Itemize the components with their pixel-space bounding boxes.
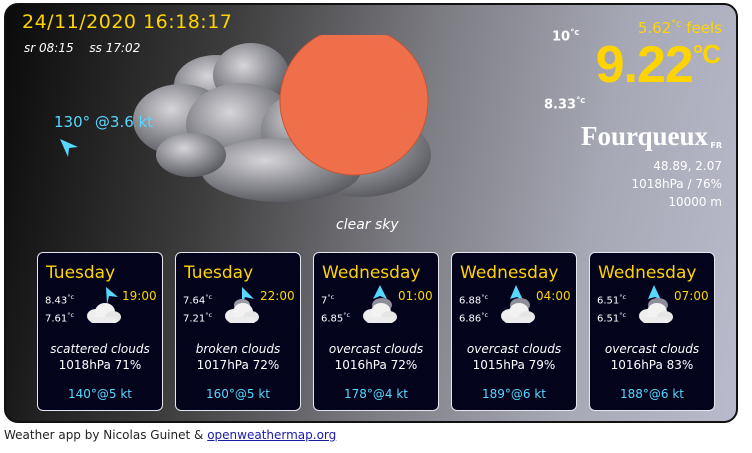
sunrise-time: sr 08:15 — [24, 41, 74, 55]
temp-max: 10°c — [552, 27, 580, 45]
forecast-pressure-humidity: 1016hPa 72% — [334, 358, 418, 372]
forecast-time: 19:00 — [122, 289, 157, 303]
forecast-day: Tuesday — [184, 263, 254, 283]
forecast-card: Tuesday 8.43°c 7.61°c 19:00 scattered cl… — [37, 252, 163, 411]
forecast-day: Wednesday — [460, 263, 559, 283]
forecast-description: scattered clouds — [50, 342, 150, 356]
scattered-clouds-icon — [87, 287, 121, 323]
forecast-card: Wednesday 6.88°c 6.86°c 04:00 overcast c… — [451, 252, 577, 411]
country-code: FR — [710, 141, 722, 150]
forecast-day: Wednesday — [322, 263, 421, 283]
overcast-clouds-icon — [363, 285, 397, 323]
forecast-temp-max: 7°c — [321, 293, 335, 307]
city-name: Fourqueux — [580, 121, 708, 151]
weather-panel: 24/11/2020 16:18:17 sr 08:15 ss 17:02 13… — [4, 3, 738, 423]
openweathermap-link[interactable]: openweathermap.org — [207, 428, 336, 442]
forecast-temp-min: 6.51°c — [597, 311, 627, 325]
forecast-temp-min: 6.85°c — [321, 311, 351, 325]
forecast-pressure-humidity: 1016hPa 83% — [610, 358, 694, 372]
sun-icon — [279, 35, 429, 176]
forecast-wind: 140°@5 kt — [67, 387, 132, 401]
forecast-description: overcast clouds — [328, 342, 424, 356]
forecast-card: Tuesday 7.64°c 7.21°c 22:00 broken cloud… — [175, 252, 301, 411]
forecast-pressure-humidity: 1017hPa 72% — [196, 358, 280, 372]
wind-direction-icon — [60, 139, 78, 157]
footer-credit: Weather app by Nicolas Guinet & openweat… — [4, 428, 336, 442]
forecast-description: broken clouds — [195, 342, 281, 356]
forecast-wind: 178°@4 kt — [343, 387, 408, 401]
forecast-day: Tuesday — [46, 263, 116, 283]
coordinates: 48.89, 2.07 — [653, 159, 722, 173]
pressure-humidity: 1018hPa / 76% — [631, 177, 722, 191]
forecast-temp-min: 7.21°c — [183, 311, 213, 325]
forecast-temp-min: 6.86°c — [459, 311, 489, 325]
overcast-clouds-icon — [501, 285, 535, 323]
forecast-wind: 160°@5 kt — [205, 387, 270, 401]
forecast-card: Wednesday 6.51°c 6.51°c 07:00 overcast c… — [589, 252, 715, 411]
forecast-wind: 189°@6 kt — [481, 387, 546, 401]
forecast-description: overcast clouds — [604, 342, 700, 356]
forecast-time: 04:00 — [536, 289, 571, 303]
forecast-temp-min: 7.61°c — [45, 311, 75, 325]
forecast-pressure-humidity: 1015hPa 79% — [472, 358, 556, 372]
current-temperature: 9.22°C — [595, 36, 721, 94]
footer-text: Weather app by Nicolas Guinet & — [4, 428, 208, 442]
forecast-temp-max: 6.88°c — [459, 293, 489, 307]
broken-clouds-icon — [225, 287, 259, 323]
forecast-temp-max: 6.51°c — [597, 293, 627, 307]
forecast-temp-max: 8.43°c — [45, 293, 75, 307]
temp-min: 8.33°c — [544, 95, 586, 113]
overcast-clouds-icon — [639, 285, 673, 323]
current-wind: 130° @3.6 kt — [54, 113, 154, 131]
forecast-time: 01:00 — [398, 289, 433, 303]
forecast-time: 22:00 — [260, 289, 295, 303]
forecast-day: Wednesday — [598, 263, 697, 283]
forecast-time: 07:00 — [674, 289, 709, 303]
weather-condition-icon — [133, 35, 431, 202]
forecast-wind: 188°@6 kt — [619, 387, 684, 401]
visibility: 10000 m — [668, 195, 722, 209]
forecast-temp-max: 7.64°c — [183, 293, 213, 307]
forecast-card: Wednesday 7°c 6.85°c 01:00 overcast clou… — [313, 252, 439, 411]
current-datetime: 24/11/2020 16:18:17 — [22, 11, 233, 33]
current-description: clear sky — [336, 217, 399, 233]
forecast-pressure-humidity: 1018hPa 71% — [58, 358, 142, 372]
forecast-description: overcast clouds — [466, 342, 562, 356]
